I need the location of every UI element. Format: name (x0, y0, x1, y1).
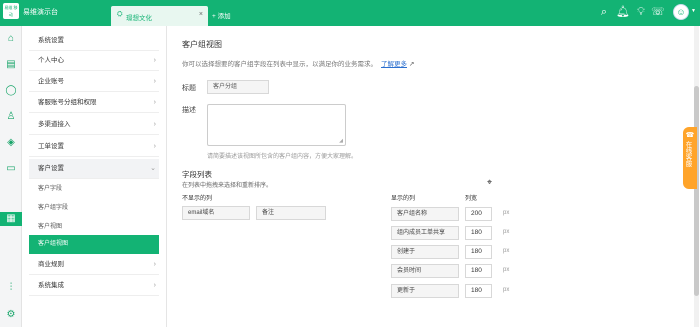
column-width-input[interactable]: 180 (465, 226, 492, 240)
hidden-column-item[interactable]: 备注 (256, 206, 326, 220)
submenu-customer-group-fields[interactable]: 客户组字段 (29, 199, 159, 218)
page-description: 你可以选择想要的客户组字段在列表中显示，以满足你的业务需求。 了解更多 ↗ (182, 58, 414, 68)
chevron-right-icon: › (153, 261, 156, 268)
shown-columns-header: 显示的列 (391, 196, 416, 202)
app-logo-text: 易维 移动 (4, 5, 18, 17)
column-width-input[interactable]: 180 (465, 264, 492, 278)
avatar[interactable]: ☺ (673, 4, 689, 20)
shown-column-item[interactable]: 更新于 (391, 284, 459, 298)
resize-grip-icon[interactable]: ◢ (339, 138, 343, 144)
home-icon[interactable]: ⌂ (4, 32, 18, 46)
tab-close-icon[interactable]: × (199, 11, 203, 18)
title-label: 标题 (182, 85, 196, 92)
submenu-customer-group-view[interactable]: 客户组视图 (29, 235, 159, 254)
width-unit: px (503, 267, 510, 273)
analytics-icon[interactable]: ⫶ (4, 281, 18, 295)
chevron-right-icon: › (153, 143, 156, 150)
phone-icon[interactable]: ☏ (651, 5, 665, 19)
column-width-input[interactable]: 180 (465, 284, 492, 298)
gear-icon[interactable]: ⚙ (4, 308, 18, 322)
menu-system-integration[interactable]: 系统集成 › (29, 276, 159, 296)
desc-hint: 请简要描述该视图所包含的客户组内容，方便大家理解。 (207, 154, 358, 160)
online-support-button[interactable]: ☎ 在线客服 (683, 127, 697, 189)
menu-multichannel[interactable]: 多渠道接入 › (29, 115, 159, 135)
chat-icon[interactable]: ◯ (4, 84, 18, 98)
fields-subtitle: 在列表中拖拽来选择和重新排序。 (182, 183, 273, 189)
monitor-icon[interactable]: ▭ (4, 162, 18, 176)
page-title: 客户组视图 (182, 40, 222, 49)
shown-column-item[interactable]: 客户组名称 (391, 207, 459, 221)
column-width-input[interactable]: 200 (465, 207, 492, 221)
hidden-columns-header: 不显示的列 (182, 196, 213, 202)
menu-item-label: 系统设置 (38, 37, 64, 44)
tab-label: 璟想文化 (126, 15, 152, 22)
chevron-right-icon: › (153, 121, 156, 128)
learn-more-link[interactable]: 了解更多 (381, 61, 407, 68)
bell-icon[interactable]: 🔔︎ (616, 5, 630, 19)
width-unit: px (503, 287, 510, 293)
ticket-icon[interactable]: ▤ (4, 58, 18, 72)
menu-system-settings: 系统设置 (29, 31, 159, 51)
tab-workspace[interactable]: ⛭ 璟想文化 × (111, 6, 208, 26)
chevron-down-icon: ⌄ (150, 165, 156, 172)
menu-item-label: 企业账号 (38, 78, 64, 85)
settings-menu: 系统设置 个人中心 › 企业账号 › 客服账号分组和权限 › 多渠道接入 › 工单设置 ›… (22, 26, 167, 327)
search-icon[interactable]: ⌕ (597, 5, 611, 19)
chevron-right-icon: › (153, 99, 156, 106)
chevron-right-icon: › (153, 78, 156, 85)
headset-icon: ☎ (685, 132, 695, 139)
menu-item-label: 商业规则 (38, 261, 64, 268)
menu-item-label: 多渠道接入 (38, 121, 71, 128)
shown-column-item[interactable]: 会员时间 (391, 264, 459, 278)
external-link-icon[interactable]: ↗ (409, 61, 414, 68)
hidden-column-item[interactable]: email域名 (182, 206, 250, 220)
chevron-right-icon: › (153, 57, 156, 64)
title-field[interactable]: 客户分组 (207, 80, 269, 94)
add-tab-button[interactable]: + 添加 (212, 10, 231, 20)
menu-item-label: 工单设置 (38, 143, 64, 150)
mouse-cursor-icon: ⌖ (487, 177, 493, 187)
menu-customer-settings[interactable]: 客户设置 ⌄ (29, 159, 159, 179)
chevron-right-icon: › (153, 282, 156, 289)
menu-personal-center[interactable]: 个人中心 › (29, 51, 159, 71)
users-icon[interactable]: ♙ (4, 110, 18, 124)
menu-item-label: 客户设置 (38, 165, 64, 172)
lightbulb-icon[interactable]: 💡︎ (634, 5, 648, 19)
org-icon: ⛭ (117, 11, 123, 18)
shown-column-item[interactable]: 创建于 (391, 245, 459, 259)
width-unit: px (503, 210, 510, 216)
menu-business-rules[interactable]: 商业规则 › (29, 255, 159, 275)
top-bar: 易维 移动 易维演示台 ⛭ 璟想文化 × + 添加 ⌕ 🔔︎ 💡︎ ☏ ? ☺ … (0, 0, 700, 26)
description-text: 你可以选择想要的客户组字段在列表中显示，以满足你的业务需求。 (182, 61, 377, 68)
layers-icon[interactable]: ◈ (4, 136, 18, 150)
menu-enterprise-account[interactable]: 企业账号 › (29, 72, 159, 92)
column-width-input[interactable]: 180 (465, 245, 492, 259)
app-name: 易维演示台 (23, 9, 58, 16)
fields-title: 字段列表 (182, 170, 212, 179)
online-support-label: 在线客服 (684, 141, 691, 167)
desc-label: 描述 (182, 107, 196, 114)
width-header: 列宽 (465, 196, 478, 202)
desc-textarea[interactable]: ◢ (207, 104, 346, 146)
main-content: 客户组视图 你可以选择想要的客户组字段在列表中显示，以满足你的业务需求。 了解更多… (170, 26, 694, 327)
menu-item-label: 客服账号分组和权限 (38, 99, 97, 106)
app-logo[interactable]: 易维 移动 (3, 3, 19, 19)
chevron-down-icon[interactable]: ▼ (691, 8, 696, 14)
scrollbar-thumb[interactable] (694, 86, 699, 296)
menu-agent-groups[interactable]: 客服账号分组和权限 › (29, 93, 159, 113)
width-unit: px (503, 248, 510, 254)
menu-ticket-settings[interactable]: 工单设置 › (29, 137, 159, 157)
width-unit: px (503, 229, 510, 235)
shown-column-item[interactable]: 组内成员工单共享 (391, 226, 459, 240)
settings-rail-active[interactable]: ▦ (0, 212, 22, 226)
menu-item-label: 系统集成 (38, 282, 64, 289)
icon-rail: ⌂ ▤ ◯ ♙ ◈ ▭ ▦ ⫶ ⚙ (0, 26, 22, 327)
menu-item-label: 个人中心 (38, 57, 64, 64)
submenu-customer-fields[interactable]: 客户字段 (29, 180, 159, 199)
